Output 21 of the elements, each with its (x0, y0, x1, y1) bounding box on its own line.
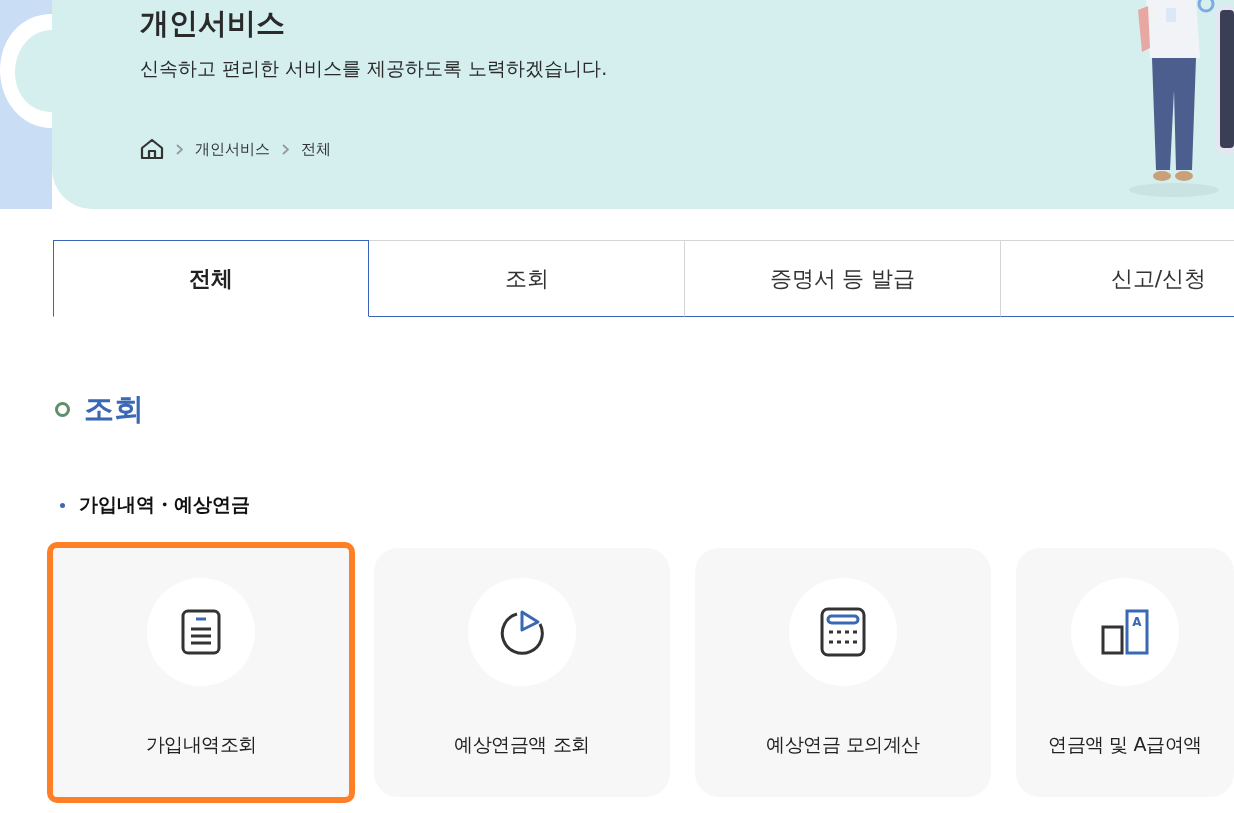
service-card[interactable]: 예상연금 모의계산 (695, 548, 991, 797)
chevron-icon (176, 143, 183, 155)
subsection-title: 가입내역・예상연금 (79, 492, 250, 517)
ring-icon (55, 402, 70, 417)
document-icon (181, 609, 221, 655)
pie-chart-icon (498, 608, 546, 656)
home-icon[interactable] (140, 138, 164, 160)
breadcrumb-link[interactable]: 개인서비스 (195, 139, 270, 159)
section-title: 조회 (84, 390, 144, 428)
bullet-icon (60, 502, 65, 508)
tab[interactable]: 신고/신청 (1001, 240, 1234, 317)
service-card[interactable]: A 연금액 및 A급여액 (1016, 548, 1234, 797)
chevron-icon (282, 143, 289, 155)
service-card[interactable]: 예상연금액 조회 (374, 548, 670, 797)
page-subtitle: 신속하고 편리한 서비스를 제공하도록 노력하겠습니다. (140, 56, 608, 81)
page-title: 개인서비스 (140, 5, 285, 42)
tab[interactable]: 전체 (53, 240, 369, 317)
breadcrumb-link[interactable]: 전체 (301, 139, 331, 159)
calculator-icon (820, 607, 866, 657)
tab[interactable]: 증명서 등 발급 (685, 240, 1001, 317)
tab[interactable]: 조회 (369, 240, 685, 317)
